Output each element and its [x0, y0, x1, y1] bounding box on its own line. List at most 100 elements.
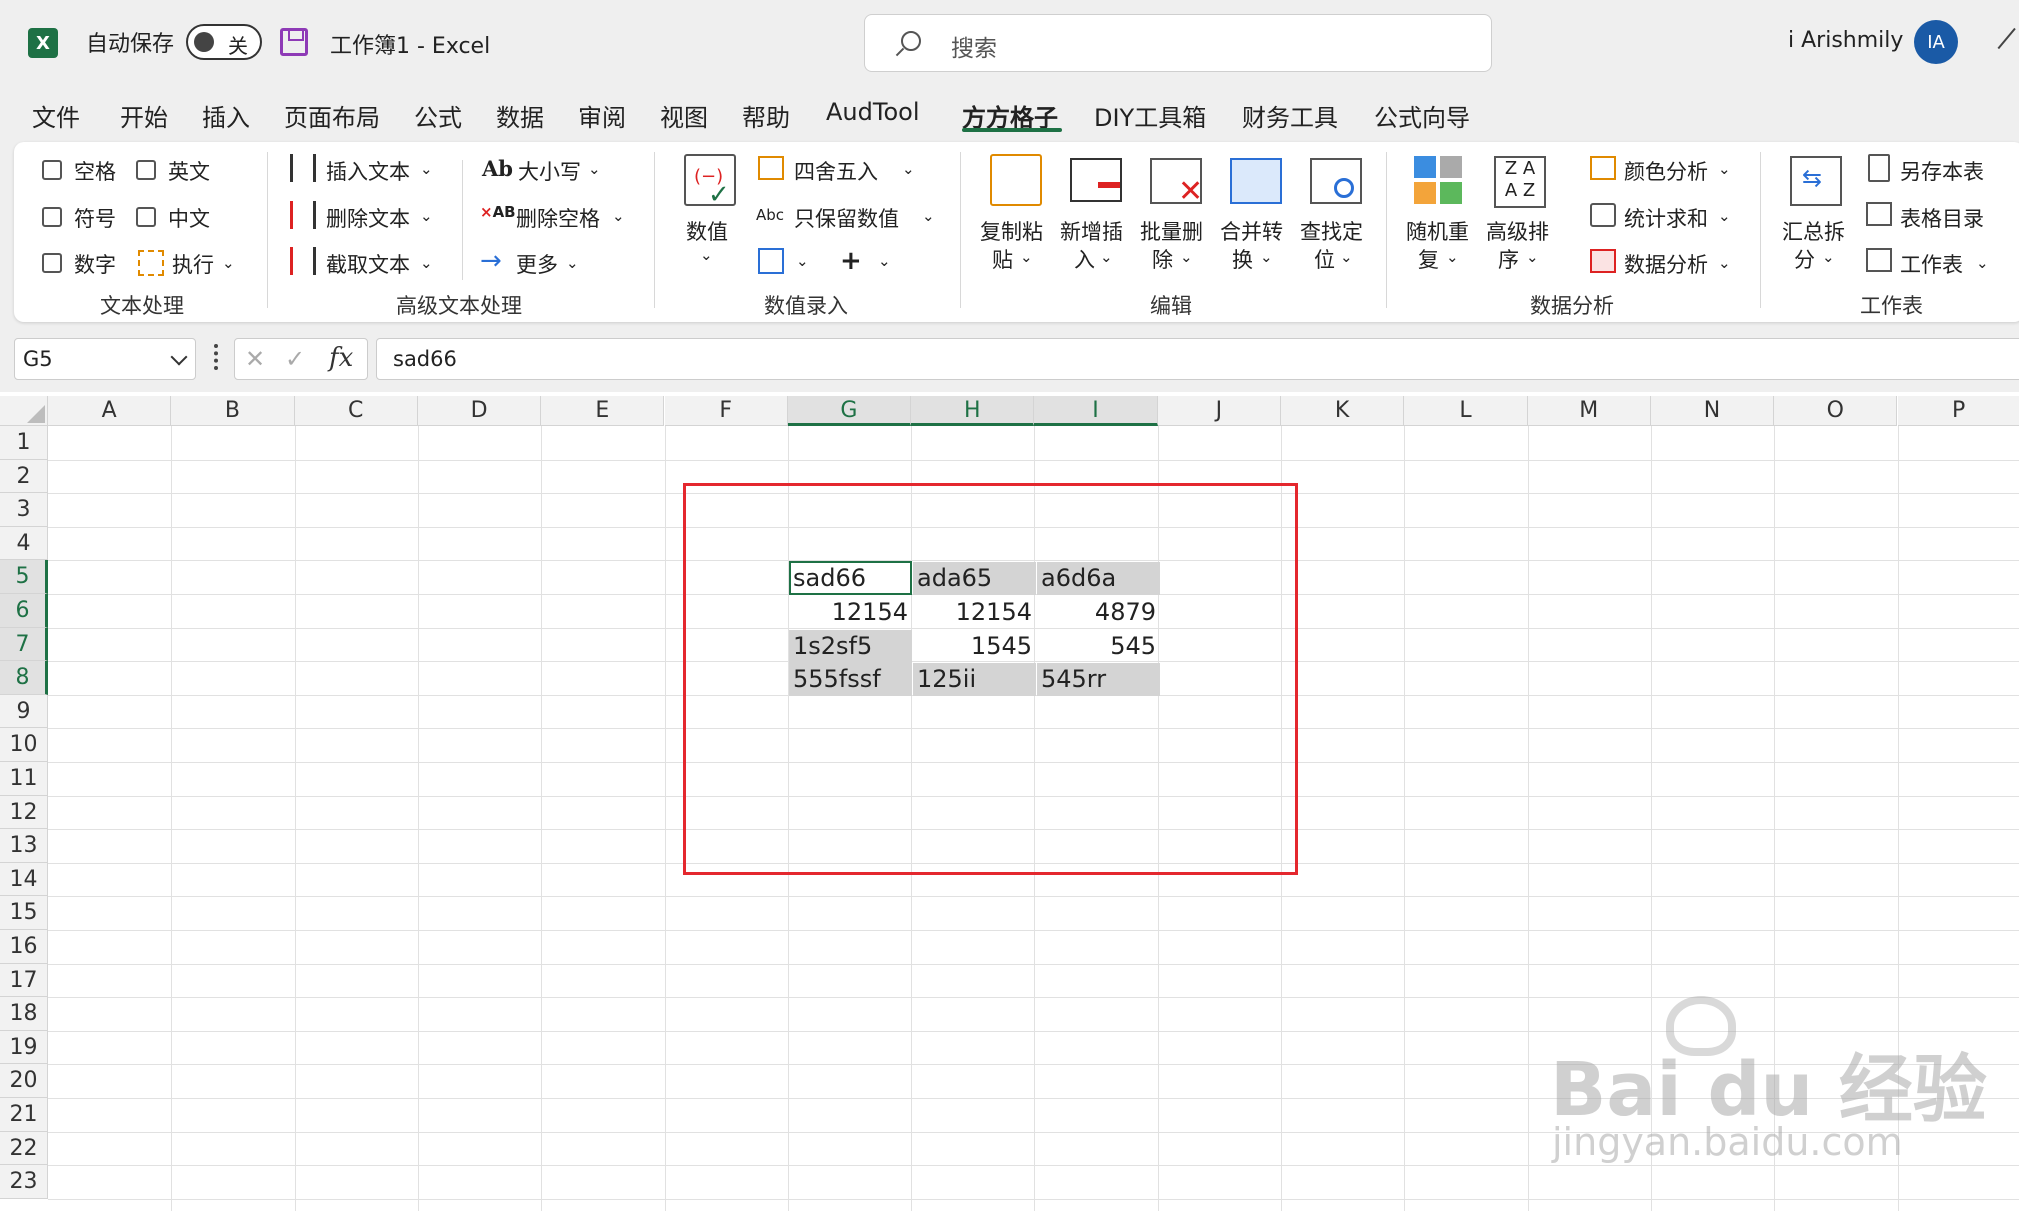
tab-data[interactable]: 数据	[496, 98, 544, 133]
delete-text-button[interactable]: 删除文本	[326, 203, 410, 233]
merge-convert-button[interactable]: 合并转	[1220, 216, 1283, 246]
row-header-18[interactable]: 18	[0, 997, 48, 1031]
row-header-10[interactable]: 10	[0, 728, 48, 762]
row-header-16[interactable]: 16	[0, 930, 48, 964]
data-analysis-button[interactable]: 数据分析	[1624, 249, 1708, 279]
advanced-sort-button[interactable]: 高级排	[1486, 216, 1549, 246]
chevron-down-icon[interactable]: ⌄	[878, 252, 891, 270]
color-analysis-button[interactable]: 颜色分析	[1624, 156, 1708, 186]
row-header-9[interactable]: 9	[0, 694, 48, 729]
column-header-F[interactable]: F	[664, 396, 788, 426]
chevron-down-icon[interactable]: ⌄	[922, 207, 935, 225]
confirm-icon[interactable]: ✓	[285, 345, 305, 373]
chevron-down-icon[interactable]: ⌄	[1180, 248, 1193, 266]
random-repeat-button[interactable]: 随机重	[1406, 216, 1469, 246]
chevron-down-icon[interactable]	[170, 348, 188, 366]
chevron-down-icon[interactable]: ⌄	[420, 207, 433, 225]
merge-convert-button-line2[interactable]: 换	[1232, 244, 1253, 274]
chevron-down-icon[interactable]: ⌄	[1526, 248, 1539, 266]
chevron-down-icon[interactable]: ⌄	[420, 160, 433, 178]
insert-function-icon[interactable]: fx	[329, 343, 353, 373]
row-header-5[interactable]: 5	[0, 560, 48, 594]
row-header-11[interactable]: 11	[0, 762, 48, 796]
select-all-button[interactable]	[0, 396, 48, 426]
more-options-icon[interactable]	[214, 344, 218, 370]
stat-sum-button[interactable]: 统计求和	[1624, 203, 1708, 233]
chevron-down-icon[interactable]: ⌄	[1340, 248, 1353, 266]
tab-finance[interactable]: 财务工具	[1242, 98, 1338, 133]
chevron-down-icon[interactable]: ⌄	[420, 254, 433, 272]
column-header-H[interactable]: H	[911, 396, 1035, 426]
cancel-icon[interactable]: ✕	[245, 345, 265, 373]
checkbox-chinese[interactable]	[136, 207, 156, 227]
more-button[interactable]: 更多	[516, 249, 558, 279]
round-button[interactable]: 四舍五入	[794, 156, 878, 186]
row-header-15[interactable]: 15	[0, 896, 48, 930]
chevron-down-icon[interactable]: ⌄	[1020, 248, 1033, 266]
random-repeat-button-line2[interactable]: 复	[1418, 244, 1439, 274]
tab-view[interactable]: 视图	[660, 98, 708, 133]
tab-formulas[interactable]: 公式	[414, 98, 462, 133]
chevron-down-icon[interactable]: ⌄	[566, 254, 579, 272]
chevron-down-icon[interactable]: ⌄	[902, 160, 915, 178]
column-header-N[interactable]: N	[1650, 396, 1775, 426]
tab-help[interactable]: 帮助	[742, 98, 790, 133]
column-header-K[interactable]: K	[1281, 396, 1405, 426]
summary-split-button[interactable]: 汇总拆	[1782, 216, 1845, 246]
row-header-19[interactable]: 19	[0, 1030, 48, 1065]
row-header-2[interactable]: 2	[0, 459, 48, 494]
column-header-P[interactable]: P	[1897, 396, 2019, 426]
row-header-3[interactable]: 3	[0, 493, 48, 527]
tab-diy-toolbox[interactable]: DIY工具箱	[1094, 98, 1206, 133]
row-header-21[interactable]: 21	[0, 1098, 48, 1132]
column-header-L[interactable]: L	[1404, 396, 1528, 426]
batch-delete-button[interactable]: 批量删	[1140, 216, 1203, 246]
row-header-8[interactable]: 8	[0, 661, 48, 695]
row-header-22[interactable]: 22	[0, 1131, 48, 1166]
row-header-6[interactable]: 6	[0, 594, 48, 628]
tab-page-layout[interactable]: 页面布局	[284, 98, 380, 133]
chevron-down-icon[interactable]: ⌄	[1260, 248, 1273, 266]
chevron-down-icon[interactable]: ⌄	[612, 207, 625, 225]
save-as-sheet-button[interactable]: 另存本表	[1900, 156, 1984, 186]
tab-file[interactable]: 文件	[32, 98, 80, 133]
copy-paste-button-line2[interactable]: 贴	[992, 244, 1013, 274]
row-header-4[interactable]: 4	[0, 526, 48, 561]
table-toc-button[interactable]: 表格目录	[1900, 203, 1984, 233]
column-header-M[interactable]: M	[1527, 396, 1651, 426]
plus-icon[interactable]: +	[840, 246, 862, 276]
row-header-17[interactable]: 17	[0, 963, 48, 998]
row-header-13[interactable]: 13	[0, 829, 48, 863]
batch-delete-button-line2[interactable]: 除	[1152, 244, 1173, 274]
chevron-down-icon[interactable]: ⌄	[222, 254, 235, 272]
tab-formula-wizard[interactable]: 公式向导	[1374, 98, 1470, 133]
row-header-20[interactable]: 20	[0, 1064, 48, 1098]
column-header-C[interactable]: C	[294, 396, 418, 426]
search-box[interactable]: 搜索	[864, 14, 1492, 72]
chevron-down-icon[interactable]: ⌄	[588, 160, 601, 178]
save-icon[interactable]	[280, 28, 308, 56]
column-header-J[interactable]: J	[1157, 396, 1281, 426]
tab-insert[interactable]: 插入	[202, 98, 250, 133]
chevron-down-icon[interactable]: ⌄	[700, 246, 713, 264]
insert-text-button[interactable]: 插入文本	[326, 156, 410, 186]
summary-split-button-line2[interactable]: 分	[1794, 244, 1815, 274]
tab-home[interactable]: 开始	[120, 98, 168, 133]
chevron-down-icon[interactable]: ⌄	[1718, 207, 1731, 225]
chevron-down-icon[interactable]: ⌄	[796, 252, 809, 270]
add-insert-button[interactable]: 新增插	[1060, 216, 1123, 246]
checkbox-space[interactable]	[42, 160, 62, 180]
row-header-14[interactable]: 14	[0, 862, 48, 897]
row-header-12[interactable]: 12	[0, 795, 48, 830]
edit-number-icon[interactable]	[758, 248, 784, 274]
worksheet-button[interactable]: 工作表	[1900, 249, 1963, 279]
name-box[interactable]: G5	[14, 338, 196, 380]
row-header-23[interactable]: 23	[0, 1165, 48, 1199]
chevron-down-icon[interactable]: ⌄	[1446, 248, 1459, 266]
advanced-sort-button-line2[interactable]: 序	[1498, 244, 1519, 274]
column-header-D[interactable]: D	[417, 396, 542, 426]
column-header-O[interactable]: O	[1774, 396, 1898, 426]
column-header-I[interactable]: I	[1034, 396, 1158, 426]
tab-audtool[interactable]: AudTool	[826, 98, 919, 126]
formula-input[interactable]: sad66	[376, 338, 2019, 380]
